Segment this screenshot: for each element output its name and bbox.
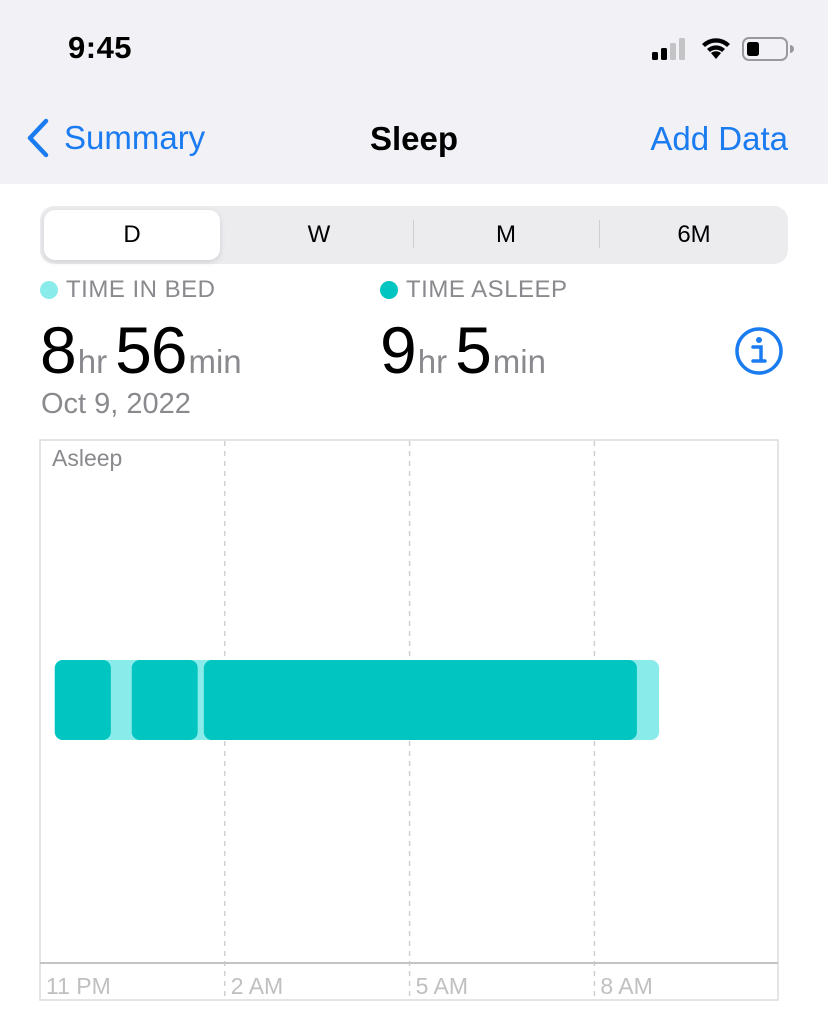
row-label: Asleep [52, 445, 122, 471]
sleep-chart: Asleep 11 PM 2 AM 5 AM 8 AM [39, 439, 779, 1001]
x-tick-label: 5 AM [416, 973, 468, 999]
asleep-bar[interactable] [54, 660, 111, 740]
asleep-bar[interactable] [131, 660, 198, 740]
asleep-bar[interactable] [203, 660, 637, 740]
x-tick-label: 8 AM [600, 973, 652, 999]
x-tick-label: 2 AM [231, 973, 283, 999]
x-tick-label: 11 PM [46, 973, 111, 999]
